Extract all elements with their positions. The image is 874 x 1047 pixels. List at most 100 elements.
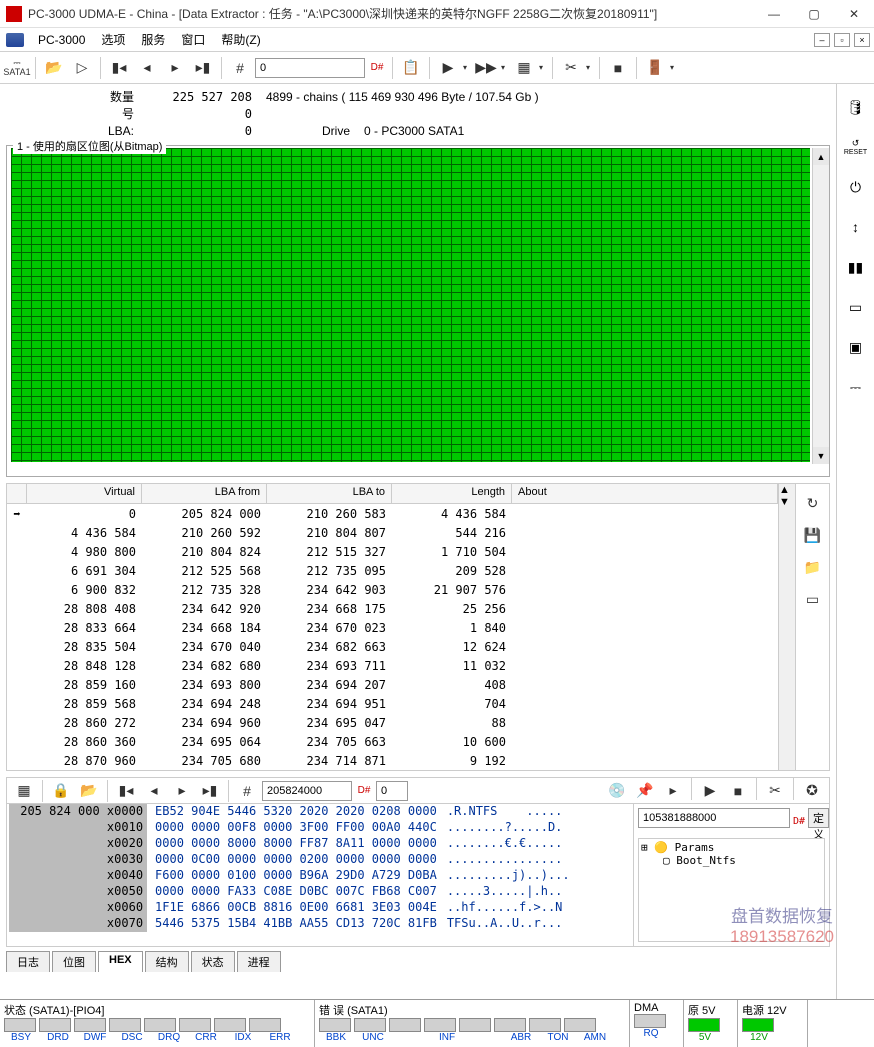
stop-icon[interactable]: ■	[605, 55, 631, 81]
hex-disk-icon[interactable]: 💿	[604, 778, 630, 804]
table-row[interactable]: ➡0205 824 000210 260 5834 436 584	[7, 504, 778, 523]
hex-hash-icon[interactable]: #	[234, 778, 260, 804]
tree-boot-ntfs[interactable]: ▢ Boot_Ntfs	[641, 854, 822, 867]
close-button[interactable]: ✕	[834, 0, 874, 28]
hex-row[interactable]: x00300000 0C00 0000 0000 0200 0000 0000 …	[7, 852, 633, 868]
copy-icon[interactable]: 📋	[398, 55, 424, 81]
scroll-down-icon[interactable]: ▼	[813, 447, 829, 464]
grid-icon[interactable]: ▦	[511, 55, 537, 81]
tab-位图[interactable]: 位图	[52, 951, 96, 972]
last-icon[interactable]: ▸▮	[190, 55, 216, 81]
hex-row[interactable]: x00100000 0000 00F8 0000 3F00 FF00 00A0 …	[7, 820, 633, 836]
table-row[interactable]: 28 833 664234 668 184234 670 0231 840	[7, 618, 778, 637]
hex-row[interactable]: 205 824 000 x0000EB52 904E 5446 5320 202…	[7, 804, 633, 820]
hex-prev-icon[interactable]: ◂	[141, 778, 167, 804]
bitmap-scrollbar[interactable]: ▲ ▼	[812, 148, 829, 464]
table-row[interactable]: 4 436 584210 260 592210 804 807544 216	[7, 523, 778, 542]
hex-tools-icon[interactable]: ✂	[762, 778, 788, 804]
fast-play-icon[interactable]: ▶▶	[473, 55, 499, 81]
menu-window[interactable]: 窗口	[173, 29, 213, 50]
scroll-down-icon[interactable]: ▼	[779, 496, 795, 508]
col-about[interactable]: About	[512, 484, 778, 503]
hex-lba-input[interactable]	[262, 781, 352, 801]
folder-icon[interactable]: 📁	[800, 554, 826, 580]
hex-pin-icon[interactable]: 📌	[632, 778, 658, 804]
open-icon[interactable]: 📂	[41, 55, 67, 81]
tab-进程[interactable]: 进程	[237, 951, 281, 972]
tab-HEX[interactable]: HEX	[98, 951, 143, 972]
params-marker[interactable]: D#	[792, 808, 806, 834]
table-row[interactable]: 4 980 800210 804 824212 515 3271 710 504	[7, 542, 778, 561]
hex-nav-icon[interactable]: ▸	[660, 778, 686, 804]
hex-next-icon[interactable]: ▸	[169, 778, 195, 804]
chain-scrollbar[interactable]: ▲ ▼	[778, 484, 795, 770]
side-pause-icon[interactable]: ▮▮	[843, 254, 869, 280]
mdi-minimize[interactable]: –	[814, 33, 830, 47]
hex-row[interactable]: x00200000 0000 8000 8000 FF87 8A11 0000 …	[7, 836, 633, 852]
doc-icon[interactable]: ▭	[800, 586, 826, 612]
side-reset-icon[interactable]: ↺RESET	[843, 134, 869, 160]
table-row[interactable]: 28 860 272234 694 960234 695 04788	[7, 713, 778, 732]
table-row[interactable]: 28 835 504234 670 040234 682 66312 624	[7, 637, 778, 656]
tools-icon[interactable]: ✂	[558, 55, 584, 81]
table-row[interactable]: 28 860 360234 695 064234 705 66310 600	[7, 732, 778, 751]
hex-play-icon[interactable]: ▶	[697, 778, 723, 804]
menu-services[interactable]: 服务	[133, 29, 173, 50]
bitmap-grid[interactable]	[11, 148, 810, 462]
save-icon[interactable]: 💾	[800, 522, 826, 548]
hex-row[interactable]: x00500000 0000 FA33 C08E D0BC 007C FB68 …	[7, 884, 633, 900]
hex-compass-icon[interactable]: ✪	[799, 778, 825, 804]
marker-d[interactable]: D#	[367, 55, 387, 81]
side-chip-icon[interactable]: ▣	[843, 334, 869, 360]
hex-stop-icon[interactable]: ■	[725, 778, 751, 804]
hex-open-icon[interactable]: 📂	[76, 778, 102, 804]
sata-selector[interactable]: ⎓SATA1	[4, 55, 30, 81]
refresh-icon[interactable]: ↻	[800, 490, 826, 516]
hex-grid-icon[interactable]: ▦	[11, 778, 37, 804]
table-row[interactable]: 6 691 304212 525 568212 735 095209 528	[7, 561, 778, 580]
first-icon[interactable]: ▮◂	[106, 55, 132, 81]
hex-marker[interactable]: D#	[354, 778, 374, 804]
tab-状态[interactable]: 状态	[191, 951, 235, 972]
mdi-close[interactable]: ×	[854, 33, 870, 47]
exit-icon[interactable]: 🚪	[642, 55, 668, 81]
table-row[interactable]: 28 859 160234 693 800234 694 207408	[7, 675, 778, 694]
tab-结构[interactable]: 结构	[145, 951, 189, 972]
hex-row[interactable]: x0040F600 0000 0100 0000 B96A 29D0 A729 …	[7, 868, 633, 884]
table-row[interactable]: 28 808 408234 642 920234 668 17525 256	[7, 599, 778, 618]
lba-input[interactable]	[255, 58, 365, 78]
tree-params[interactable]: ⊞ 🟡 Params	[641, 841, 822, 854]
hex-first-icon[interactable]: ▮◂	[113, 778, 139, 804]
table-row[interactable]: 28 870 960234 705 680234 714 8719 192	[7, 751, 778, 770]
hex-row[interactable]: x00601F1E 6866 00CB 8816 0E00 6681 3E03 …	[7, 900, 633, 916]
mdi-restore[interactable]: ▫	[834, 33, 850, 47]
minimize-button[interactable]: —	[754, 0, 794, 28]
play-icon[interactable]: ▶	[435, 55, 461, 81]
prev-icon[interactable]: ◂	[134, 55, 160, 81]
scroll-up-icon[interactable]: ▲	[779, 484, 795, 496]
menu-options[interactable]: 选项	[93, 29, 133, 50]
table-row[interactable]: 28 859 568234 694 248234 694 951704	[7, 694, 778, 713]
menu-help[interactable]: 帮助(Z)	[213, 29, 268, 50]
side-signal-icon[interactable]: ↕	[843, 214, 869, 240]
side-connector-icon[interactable]: ⎓	[843, 374, 869, 400]
side-power-icon[interactable]: ⏻	[843, 174, 869, 200]
col-lba-from[interactable]: LBA from	[142, 484, 267, 503]
maximize-button[interactable]: ▢	[794, 0, 834, 28]
hex-last-icon[interactable]: ▸▮	[197, 778, 223, 804]
tab-日志[interactable]: 日志	[6, 951, 50, 972]
side-db-icon[interactable]: 🛢	[843, 94, 869, 120]
hex-offset-input[interactable]	[376, 781, 408, 801]
next-icon[interactable]: ▸	[162, 55, 188, 81]
side-monitor-icon[interactable]: ▭	[843, 294, 869, 320]
col-length[interactable]: Length	[392, 484, 512, 503]
col-lba-to[interactable]: LBA to	[267, 484, 392, 503]
table-row[interactable]: 6 900 832212 735 328234 642 90321 907 57…	[7, 580, 778, 599]
hash-icon[interactable]: #	[227, 55, 253, 81]
table-row[interactable]: 28 848 128234 682 680234 693 71111 032	[7, 656, 778, 675]
col-virtual[interactable]: Virtual	[27, 484, 142, 503]
app-name[interactable]: PC-3000	[30, 31, 93, 49]
hex-lock-icon[interactable]: 🔒	[48, 778, 74, 804]
hex-row[interactable]: x00705446 5375 15B4 41BB AA55 CD13 720C …	[7, 916, 633, 932]
params-input[interactable]	[638, 808, 790, 828]
